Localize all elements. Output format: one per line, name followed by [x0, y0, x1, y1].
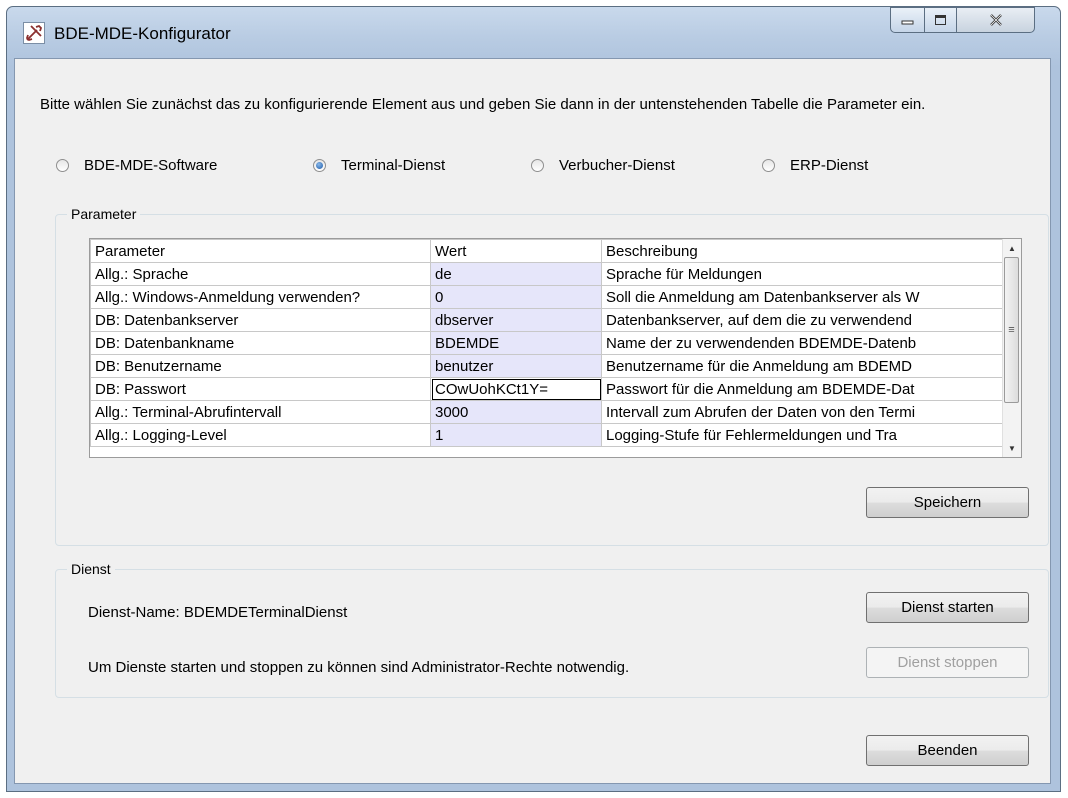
- table-row[interactable]: Allg.: Terminal-Abrufintervall 3000 Inte…: [90, 400, 1005, 424]
- column-header-wert[interactable]: Wert: [430, 239, 602, 263]
- parameter-cell: DB: Datenbankserver: [90, 308, 431, 332]
- maximize-button[interactable]: [924, 7, 957, 33]
- service-name-label: Dienst-Name: BDEMDETerminalDienst: [88, 604, 348, 621]
- radio-label: Terminal-Dienst: [341, 157, 446, 174]
- parameter-cell: Allg.: Terminal-Abrufintervall: [90, 400, 431, 424]
- minimize-button[interactable]: [890, 7, 925, 33]
- description-cell: Datenbankserver, auf dem die zu verwende…: [601, 308, 1005, 332]
- main-window: BDE-MDE-Konfigurator Bitte wählen Sie zu…: [6, 6, 1061, 792]
- service-groupbox: [55, 569, 1049, 698]
- tools-icon: [23, 22, 45, 44]
- exit-button[interactable]: Beenden: [866, 735, 1029, 766]
- description-cell: Intervall zum Abrufen der Daten von den …: [601, 400, 1005, 424]
- description-cell: Logging-Stufe für Fehlermeldungen und Tr…: [601, 423, 1005, 447]
- radio-label: Verbucher-Dienst: [559, 157, 675, 174]
- parameter-cell: DB: Passwort: [90, 377, 431, 401]
- parameter-cell: DB: Datenbankname: [90, 331, 431, 355]
- radio-dot-selected[interactable]: [313, 159, 326, 172]
- column-header-beschreibung[interactable]: Beschreibung: [601, 239, 1005, 263]
- description-cell: Name der zu verwendenden BDEMDE-Datenb: [601, 331, 1005, 355]
- service-group-label: Dienst: [67, 561, 115, 577]
- description-cell: Soll die Anmeldung am Datenbankserver al…: [601, 285, 1005, 309]
- title-bar[interactable]: BDE-MDE-Konfigurator: [7, 7, 1060, 57]
- radio-erp-dienst[interactable]: ERP-Dienst: [762, 157, 868, 174]
- start-service-button[interactable]: Dienst starten: [866, 592, 1029, 623]
- value-cell[interactable]: benutzer: [430, 354, 602, 378]
- value-cell[interactable]: 0: [430, 285, 602, 309]
- column-header-parameter[interactable]: Parameter: [90, 239, 431, 263]
- description-cell: Benutzername für die Anmeldung am BDEMD: [601, 354, 1005, 378]
- admin-rights-note: Um Dienste starten und stoppen zu können…: [88, 659, 630, 676]
- close-icon: [989, 14, 1002, 26]
- table-row-selected[interactable]: DB: Passwort COwUohKCt1Y= Passwort für d…: [90, 377, 1005, 401]
- instruction-text: Bitte wählen Sie zunächst das zu konfigu…: [40, 96, 926, 113]
- parameter-cell: Allg.: Windows-Anmeldung verwenden?: [90, 285, 431, 309]
- stop-service-button[interactable]: Dienst stoppen: [866, 647, 1029, 678]
- value-cell[interactable]: BDEMDE: [430, 331, 602, 355]
- value-cell[interactable]: 1: [430, 423, 602, 447]
- minimize-icon: [901, 20, 913, 25]
- window-title: BDE-MDE-Konfigurator: [54, 24, 231, 43]
- radio-label: ERP-Dienst: [790, 157, 869, 174]
- scroll-up-icon[interactable]: ▲: [1003, 239, 1021, 257]
- radio-dot[interactable]: [531, 159, 544, 172]
- parameter-grid[interactable]: Parameter Wert Beschreibung Allg.: Sprac…: [89, 238, 1022, 458]
- parameter-cell: Allg.: Logging-Level: [90, 423, 431, 447]
- value-cell[interactable]: dbserver: [430, 308, 602, 332]
- radio-bde-mde-software[interactable]: BDE-MDE-Software: [56, 157, 217, 174]
- value-cell[interactable]: de: [430, 262, 602, 286]
- value-cell-selected[interactable]: COwUohKCt1Y=: [430, 377, 602, 401]
- scroll-down-icon[interactable]: ▼: [1003, 439, 1021, 457]
- radio-terminal-dienst[interactable]: Terminal-Dienst: [313, 157, 445, 174]
- table-row[interactable]: DB: Benutzername benutzer Benutzername f…: [90, 354, 1005, 378]
- client-area: Bitte wählen Sie zunächst das zu konfigu…: [14, 58, 1051, 784]
- table-row[interactable]: DB: Datenbankserver dbserver Datenbankse…: [90, 308, 1005, 332]
- parameter-group-label: Parameter: [67, 206, 141, 222]
- close-button[interactable]: [956, 7, 1035, 33]
- table-row[interactable]: Allg.: Logging-Level 1 Logging-Stufe für…: [90, 423, 1005, 447]
- parameter-cell: DB: Benutzername: [90, 354, 431, 378]
- value-cell[interactable]: 3000: [430, 400, 602, 424]
- table-row[interactable]: Allg.: Sprache de Sprache für Meldungen: [90, 262, 1005, 286]
- table-row[interactable]: DB: Datenbankname BDEMDE Name der zu ver…: [90, 331, 1005, 355]
- radio-dot[interactable]: [56, 159, 69, 172]
- save-button[interactable]: Speichern: [866, 487, 1029, 518]
- table-header-row: Parameter Wert Beschreibung: [90, 239, 1005, 263]
- maximize-icon: [934, 15, 946, 25]
- grip-icon: ≡: [1008, 324, 1015, 336]
- table-row[interactable]: Allg.: Windows-Anmeldung verwenden? 0 So…: [90, 285, 1005, 309]
- vertical-scrollbar[interactable]: ▲ ≡ ▼: [1002, 239, 1021, 457]
- radio-label: BDE-MDE-Software: [84, 157, 218, 174]
- radio-dot[interactable]: [762, 159, 775, 172]
- description-cell: Passwort für die Anmeldung am BDEMDE-Dat: [601, 377, 1005, 401]
- radio-verbucher-dienst[interactable]: Verbucher-Dienst: [531, 157, 675, 174]
- parameter-table: Parameter Wert Beschreibung Allg.: Sprac…: [90, 239, 1005, 447]
- scroll-thumb[interactable]: ≡: [1004, 257, 1019, 403]
- description-cell: Sprache für Meldungen: [601, 262, 1005, 286]
- parameter-cell: Allg.: Sprache: [90, 262, 431, 286]
